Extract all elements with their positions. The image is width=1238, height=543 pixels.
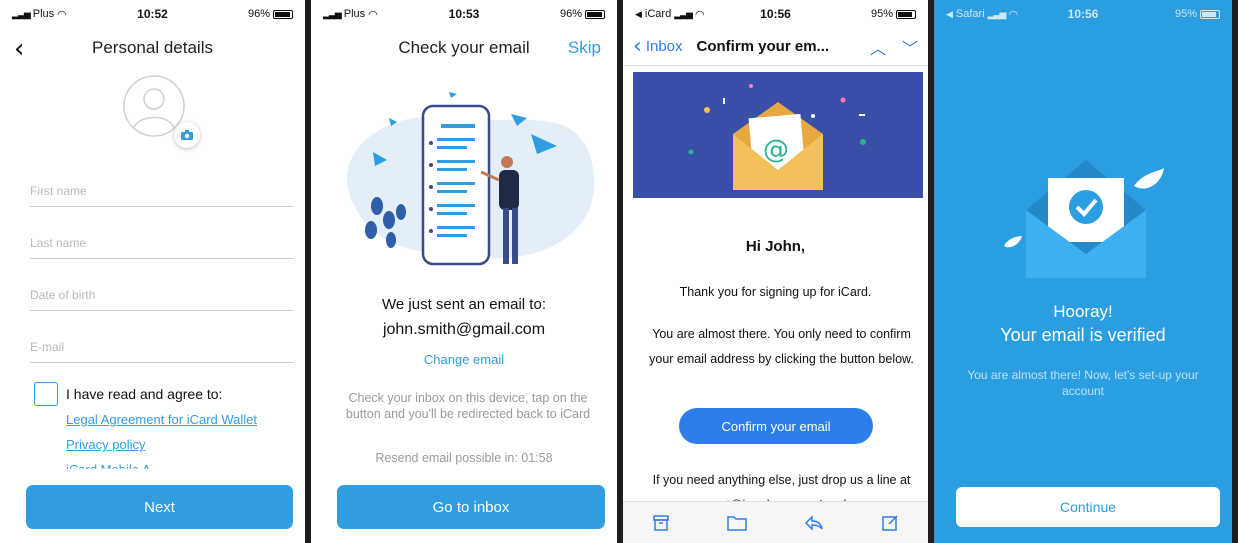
carrier-name: Plus [343, 8, 366, 20]
mail-body: You are almost there. You only need to c… [649, 327, 914, 366]
screenshot-strip: ▂▃▅ Plus ◠ 10:52 96% ‹ Personal details [0, 0, 1238, 543]
avatar-placeholder[interactable] [122, 74, 200, 148]
wifi-icon: ◠ [368, 8, 378, 21]
back-app-icon[interactable]: ◀ [946, 9, 953, 20]
chevron-up-icon[interactable]: ︿ [870, 35, 886, 59]
mail-footer-text: If you need anything else, just drop us … [652, 473, 911, 502]
battery-icon [896, 9, 916, 19]
sent-text: We just sent an email to: [382, 296, 546, 313]
nav-bar: Check your email Skip [311, 30, 617, 66]
continue-button[interactable]: Continue [956, 487, 1220, 527]
agree-label: I have read and agree to: [66, 386, 223, 402]
battery-percent: 95% [870, 8, 893, 20]
verified-text: Your email is verified [1000, 325, 1166, 345]
email-sent-illustration [347, 92, 595, 266]
battery-icon [1200, 9, 1220, 19]
battery-icon [273, 9, 293, 19]
status-bar: ◀ Safari ▂▃▅ ◠ 10:56 95% [934, 0, 1232, 28]
mail-thanks: Thank you for signing up for iCard. [679, 285, 872, 299]
page-title: Personal details [92, 38, 213, 57]
signal-icon: ▂▃▅ [987, 8, 1007, 19]
status-bar: ▂▃▅ Plus ◠ 10:53 96% [311, 0, 617, 28]
skip-button[interactable]: Skip [568, 38, 601, 58]
mail-subject: Confirm your em... [696, 38, 830, 55]
inbox-label: Inbox [645, 38, 683, 55]
mail-arrows: ︿ ﹀ [870, 35, 918, 59]
signal-icon: ▂▃▅ [323, 8, 342, 19]
mail-toolbar [623, 501, 928, 543]
inbox-back-button[interactable]: ‹ Inbox [633, 34, 683, 59]
wifi-icon: ◠ [694, 8, 705, 21]
back-app-icon[interactable]: ◀ [635, 9, 642, 20]
carrier: ▂▃▅ Plus ◠ [323, 8, 378, 21]
compose-icon[interactable] [881, 514, 899, 532]
personal-details-screen: ▂▃▅ Plus ◠ 10:52 96% ‹ Personal details [0, 0, 305, 543]
check-email-screen: ▂▃▅ Plus ◠ 10:53 96% Check your email Sk… [311, 0, 617, 543]
first-name-field[interactable]: First name [30, 184, 293, 207]
mail-greeting: Hi John, [745, 238, 806, 255]
privacy-policy-link[interactable]: Privacy policy [66, 437, 145, 452]
battery: 95% [1175, 8, 1220, 20]
email-field[interactable]: E-mail [30, 340, 293, 363]
mail-nav-bar: ‹ Inbox Confirm your em... ︿ ﹀ [623, 28, 928, 66]
battery-icon [585, 9, 605, 19]
status-bar: ▂▃▅ Plus ◠ 10:52 96% [0, 0, 305, 28]
battery: 96% [560, 8, 605, 20]
battery: 96% [248, 8, 293, 20]
svg-text:@: @ [763, 135, 789, 165]
email-banner: @ [633, 72, 923, 198]
carrier-name: Plus [32, 8, 55, 20]
change-email-link[interactable]: Change email [311, 352, 617, 367]
verified-envelope-illustration [1004, 160, 1164, 278]
go-to-inbox-button[interactable]: Go to inbox [337, 485, 605, 529]
email-verified-screen: ◀ Safari ▂▃▅ ◠ 10:56 95% Hooray! Your em… [934, 0, 1232, 543]
setup-subtext: You are almost there! Now, let's set-up … [967, 368, 1199, 398]
battery: 95% [871, 8, 916, 20]
battery-percent: 96% [247, 8, 270, 20]
nav-bar: ‹ Personal details [0, 30, 305, 66]
reply-icon[interactable] [804, 514, 824, 531]
dob-field[interactable]: Date of birth [30, 288, 293, 311]
signal-icon: ▂▃▅ [674, 8, 693, 19]
carrier-name[interactable]: Safari [956, 8, 985, 20]
battery-percent: 96% [559, 8, 582, 20]
wifi-icon: ◠ [57, 8, 67, 21]
page-title: Check your email [398, 38, 530, 57]
carrier: ▂▃▅ Plus ◠ [12, 8, 67, 21]
legal-agreement-link[interactable]: Legal Agreement for iCard Wallet [66, 412, 257, 427]
carrier: ◀ iCard ▂▃▅ ◠ [635, 8, 705, 21]
carrier: ◀ Safari ▂▃▅ ◠ [946, 8, 1018, 21]
folder-icon[interactable] [727, 515, 747, 531]
camera-icon[interactable] [174, 122, 200, 148]
agree-checkbox[interactable] [34, 382, 58, 406]
instructions-text: Check your inbox on this device, tap on … [345, 391, 591, 421]
carrier-name[interactable]: iCard [645, 8, 671, 20]
mail-screen: ◀ iCard ▂▃▅ ◠ 10:56 95% ‹ Inbox Confirm … [623, 0, 928, 543]
hooray-text: Hooray! [1053, 302, 1113, 321]
battery-percent: 95% [1174, 8, 1197, 20]
status-bar: ◀ iCard ▂▃▅ ◠ 10:56 95% [623, 0, 928, 28]
chevron-left-icon: ‹ [633, 34, 642, 59]
resend-timer: Resend email possible in: 01:58 [375, 451, 553, 465]
sent-email: john.smith@gmail.com [382, 321, 546, 338]
last-name-field[interactable]: Last name [30, 236, 293, 259]
back-chevron-icon[interactable]: ‹ [14, 34, 24, 64]
signal-icon: ▂▃▅ [12, 8, 31, 19]
chevron-down-icon[interactable]: ﹀ [902, 35, 918, 59]
partial-link[interactable]: iCard Mobile A [66, 462, 151, 469]
next-button[interactable]: Next [26, 485, 293, 529]
confirm-email-button[interactable]: Confirm your email [679, 408, 873, 444]
archive-icon[interactable] [652, 514, 670, 532]
wifi-icon: ◠ [1008, 8, 1019, 21]
